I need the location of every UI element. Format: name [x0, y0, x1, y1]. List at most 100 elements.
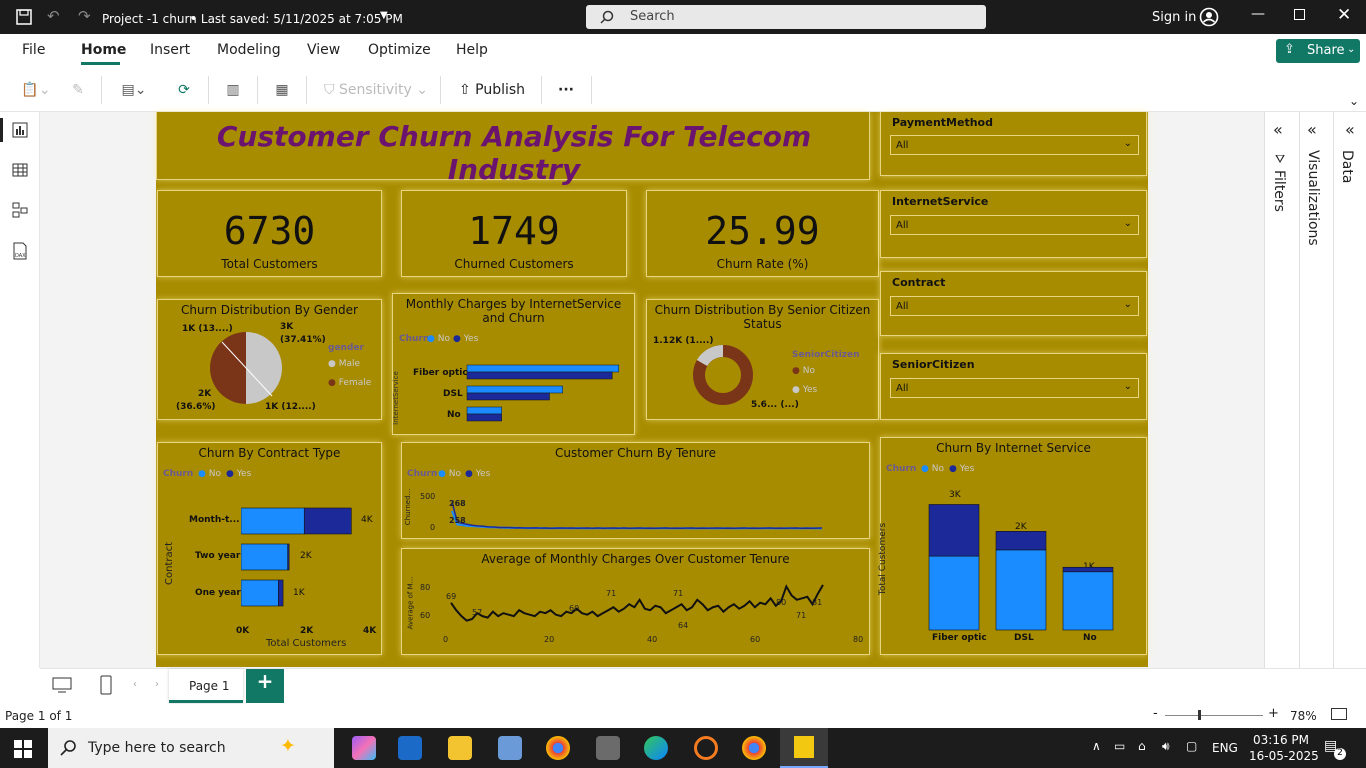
legend-item-no[interactable]: ● No [921, 464, 944, 474]
new-visual-icon[interactable]: ▥ [219, 68, 247, 112]
bar-no[interactable] [466, 385, 563, 394]
monthly-bars[interactable] [465, 363, 625, 425]
fit-to-page-icon[interactable] [1331, 708, 1347, 720]
bar-yes[interactable] [466, 371, 613, 380]
close-icon[interactable]: ✕ [1337, 5, 1351, 25]
sign-in-link[interactable]: Sign in [1152, 10, 1196, 25]
edge-icon[interactable] [644, 736, 668, 760]
bar-yes[interactable] [287, 543, 290, 571]
avg-charges-card[interactable]: Average of Monthly Charges Over Customer… [401, 548, 870, 655]
pie-slice-female[interactable] [210, 332, 246, 404]
paste-icon[interactable]: 📋⌄ [16, 68, 56, 112]
collapse-filters-icon[interactable]: « [1273, 120, 1283, 139]
vscode-icon[interactable] [398, 736, 422, 760]
show-hidden-icons[interactable]: ∧ [1092, 739, 1101, 753]
clock-time[interactable]: 03:16 PM [1253, 733, 1309, 747]
copilot-icon[interactable] [352, 736, 376, 760]
maximize-icon[interactable] [1294, 9, 1305, 20]
menu-insert[interactable]: Insert [150, 42, 190, 58]
zoom-out-icon[interactable]: - [1153, 706, 1158, 721]
senior-donut[interactable] [692, 344, 754, 406]
desktop-layout-icon[interactable] [52, 677, 72, 693]
legend-item-yes[interactable]: ● Yes [453, 334, 478, 344]
legend-item-yes[interactable]: ● Yes [792, 385, 817, 395]
slicer-dropdown[interactable]: All ⌄ [890, 378, 1139, 398]
bar-no[interactable] [466, 364, 620, 373]
zoom-slider[interactable] [1165, 715, 1263, 716]
slicer-dropdown[interactable]: All ⌄ [890, 215, 1139, 235]
legend-item-no[interactable]: ● No [427, 334, 450, 344]
legend-item-female[interactable]: ● Female [328, 378, 371, 388]
menu-home[interactable]: Home [81, 42, 126, 58]
publish-button[interactable]: ⇧ Publish [452, 68, 532, 112]
bar-no[interactable] [1062, 571, 1114, 631]
chevron-down-icon[interactable]: ▼ [380, 10, 388, 21]
line-no[interactable] [451, 510, 823, 530]
menu-modeling[interactable]: Modeling [217, 42, 281, 58]
avg-charges-line[interactable] [446, 579, 866, 634]
zoom-thumb[interactable] [1198, 710, 1201, 720]
jupyter-icon[interactable] [694, 736, 718, 760]
menu-optimize[interactable]: Optimize [368, 42, 431, 58]
menu-file[interactable]: File [22, 42, 45, 58]
monthly-charges-card[interactable]: Monthly Charges by InternetService and C… [392, 293, 635, 435]
tenure-lines[interactable] [448, 491, 826, 531]
snipping-tool-icon[interactable] [498, 736, 522, 760]
network-icon[interactable]: ⌂ [1138, 739, 1146, 753]
minimize-icon[interactable]: — [1251, 6, 1265, 22]
powerbi-taskbar-button[interactable] [780, 728, 828, 768]
senior-donut-card[interactable]: Churn Distribution By Senior Citizen Sta… [646, 299, 879, 420]
gender-pie-card[interactable]: Churn Distribution By Gender 1K (13....)… [157, 299, 382, 420]
next-page-icon[interactable]: › [155, 679, 159, 690]
bar-no[interactable] [995, 549, 1047, 631]
calculator-icon[interactable] [596, 736, 620, 760]
menu-help[interactable]: Help [456, 42, 488, 58]
mobile-layout-icon[interactable] [100, 675, 112, 695]
calculator-icon[interactable]: ▦ [268, 68, 296, 112]
legend-item-no[interactable]: ● No [198, 469, 221, 479]
bar-no[interactable] [241, 579, 279, 607]
bar-no[interactable] [928, 555, 980, 631]
legend-item-male[interactable]: ● Male [328, 359, 360, 369]
kpi-total-customers[interactable]: 6730 Total Customers [157, 190, 382, 277]
menu-view[interactable]: View [307, 42, 340, 58]
windows-start-icon[interactable] [14, 740, 32, 758]
chrome-icon[interactable] [546, 736, 570, 760]
prev-page-icon[interactable]: ‹ [133, 679, 137, 690]
avg-line[interactable] [450, 584, 824, 622]
page-tab[interactable]: Page 1 [169, 669, 243, 703]
pie-slice-male[interactable] [246, 332, 282, 404]
refresh-icon[interactable]: ⟳ [170, 68, 198, 112]
internet-bars[interactable] [921, 500, 1121, 634]
bar-yes[interactable] [466, 392, 550, 401]
line-yes[interactable] [451, 501, 823, 530]
internet-service-card[interactable]: Churn By Internet Service Churn ● No ● Y… [878, 437, 1147, 655]
donut-slice-yes[interactable] [696, 344, 724, 367]
legend-item-no[interactable]: ● No [792, 366, 815, 376]
tenure-card[interactable]: Customer Churn By Tenure Churn ● No ● Ye… [401, 442, 870, 539]
bar-yes[interactable] [303, 507, 352, 535]
slicer-internet-service[interactable]: InternetService All ⌄ [880, 190, 1147, 258]
contract-card[interactable]: Churn By Contract Type Churn ● No ● Yes … [157, 442, 382, 655]
legend-item-yes[interactable]: ● Yes [949, 464, 974, 474]
format-painter-icon[interactable]: ✎ [64, 68, 92, 112]
account-icon[interactable] [1199, 7, 1219, 27]
slicer-payment-method[interactable]: PaymentMethod All ⌄ [880, 112, 1147, 176]
add-page-button[interactable]: + [246, 669, 284, 703]
bar-no[interactable] [241, 543, 289, 571]
bar-yes[interactable] [995, 531, 1047, 551]
file-explorer-icon[interactable] [448, 736, 472, 760]
dax-query-icon[interactable]: DAX [11, 242, 29, 260]
bar-no[interactable] [466, 406, 502, 415]
slicer-senior-citizen[interactable]: SeniorCitizen All ⌄ [880, 353, 1147, 420]
report-view-icon[interactable] [12, 122, 28, 138]
kpi-churned-customers[interactable]: 1749 Churned Customers [401, 190, 627, 277]
title-card[interactable]: Customer Churn Analysis For Telecom Indu… [156, 112, 870, 186]
legend-item-no[interactable]: ● No [438, 469, 461, 479]
save-icon[interactable] [16, 9, 32, 25]
bar-no[interactable] [241, 507, 305, 535]
redo-icon[interactable]: ↷ [78, 7, 91, 25]
bar-yes[interactable] [466, 413, 502, 422]
taskbar-search[interactable]: Type here to search ✦ [48, 728, 334, 768]
model-view-icon[interactable] [12, 202, 28, 218]
